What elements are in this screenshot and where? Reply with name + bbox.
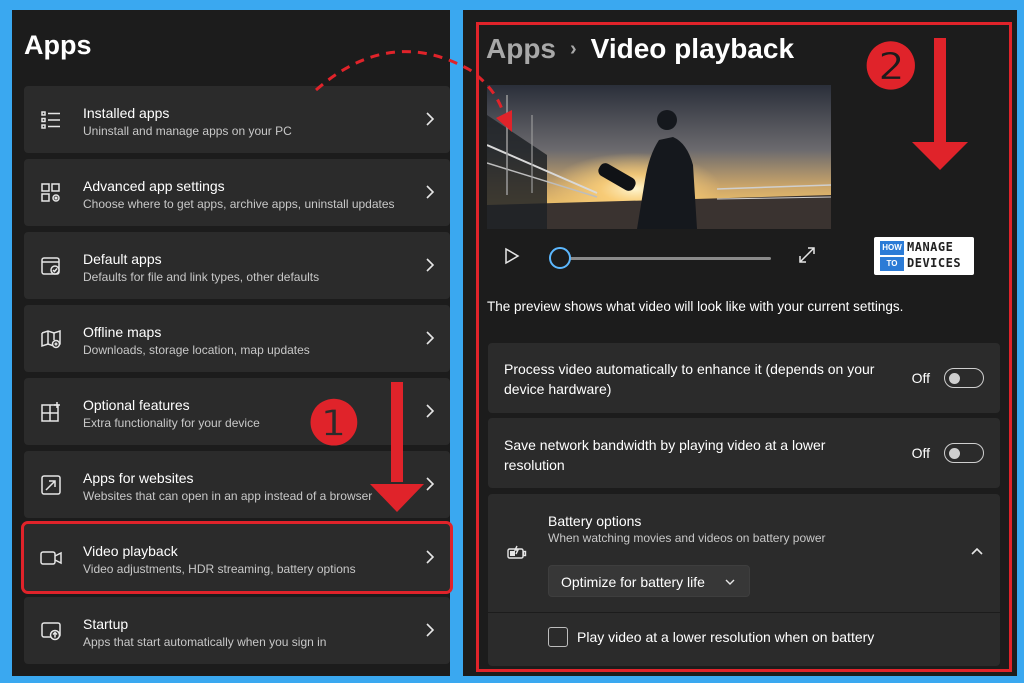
nav-item-subtitle: Defaults for file and link types, other … [83,270,320,284]
battery-options-subtitle: When watching movies and videos on batte… [548,531,826,545]
logo-devices: DEVICES [907,256,962,270]
fullscreen-icon[interactable] [797,245,817,265]
nav-item-title: Advanced app settings [83,178,225,194]
nav-item-subtitle: Choose where to get apps, archive apps, … [83,197,395,211]
battery-options-title: Battery options [548,513,642,529]
chevron-right-icon [426,477,435,491]
list-icon [41,111,60,129]
chevron-right-icon [426,550,435,564]
nav-item-subtitle: Video adjustments, HDR streaming, batter… [83,562,356,576]
setting-label: Process video automatically to enhance i… [504,361,875,397]
player-controls [487,240,837,276]
chevron-right-icon [426,404,435,418]
nav-item-subtitle: Uninstall and manage apps on your PC [83,124,292,138]
startup-icon [41,622,61,641]
nav-item-title: Installed apps [83,105,170,121]
logo-manage: MANAGE [907,240,954,254]
how-to-manage-devices-logo: HOW TO MANAGE DEVICES [874,237,974,275]
breadcrumb-parent-link[interactable]: Apps [486,33,556,64]
seek-thumb[interactable] [549,247,571,269]
nav-item-installed-apps[interactable]: Installed apps Uninstall and manage apps… [24,86,450,153]
chevron-right-icon [426,112,435,126]
section-divider [488,612,1000,613]
nav-item-startup[interactable]: Startup Apps that start automatically wh… [24,597,450,664]
chevron-right-icon [426,623,435,637]
seek-bar[interactable] [559,257,771,260]
nav-item-title: Offline maps [83,324,162,340]
map-icon [41,329,61,349]
setting-label: Save network bandwidth by playing video … [504,437,826,473]
chevron-right-icon [426,331,435,345]
battery-saver-icon [507,545,527,559]
chevron-up-icon[interactable] [970,546,984,556]
breadcrumb-current: Video playback [590,33,795,64]
battery-optimization-dropdown[interactable]: Optimize for battery life [548,565,750,597]
step-two-badge: ❷ [863,30,919,103]
step-one-badge: ❶ [307,389,361,459]
toggle-knob [949,447,960,459]
optional-features-icon [41,402,60,422]
preview-description: The preview shows what video will look l… [487,299,904,314]
chevron-right-icon [426,258,435,272]
toggle-state-label: Off [911,445,930,461]
video-preview-image [487,85,831,229]
lower-resolution-on-battery-checkbox[interactable] [548,627,568,647]
process-video-toggle[interactable] [944,368,984,388]
nav-item-title: Apps for websites [83,470,194,486]
nav-item-subtitle: Downloads, storage location, map updates [83,343,310,357]
setting-save-network-bandwidth: Save network bandwidth by playing video … [488,418,1000,488]
battery-options-section: Battery options When watching movies and… [488,494,1000,666]
toggle-knob [949,372,960,384]
default-apps-icon [41,257,60,275]
video-camera-icon [40,551,62,565]
setting-process-video-automatically: Process video automatically to enhance i… [488,343,1000,413]
nav-item-video-playback[interactable]: Video playback Video adjustments, HDR st… [21,521,453,594]
save-bandwidth-toggle[interactable] [944,443,984,463]
nav-item-default-apps[interactable]: Default apps Defaults for file and link … [24,232,450,299]
dropdown-value: Optimize for battery life [561,574,705,590]
checkbox-label: Play video at a lower resolution when on… [577,629,875,645]
nav-item-title: Optional features [83,397,190,413]
breadcrumb: Apps › Video playback [486,33,794,65]
chevron-right-icon [426,185,435,199]
nav-item-offline-maps[interactable]: Offline maps Downloads, storage location… [24,305,450,372]
nav-item-apps-for-websites[interactable]: Apps for websites Websites that can open… [24,451,450,518]
nav-item-subtitle: Websites that can open in an app instead… [83,489,373,503]
apps-nav-list: Installed apps Uninstall and manage apps… [21,86,453,670]
page-title: Apps [24,30,92,60]
logo-how: HOW [880,241,904,255]
play-icon[interactable] [503,247,521,265]
chevron-down-icon [725,579,735,585]
nav-item-title: Default apps [83,251,162,267]
video-preview [487,85,831,229]
app-settings-icon [41,183,60,202]
link-app-icon [41,475,61,495]
nav-item-title: Startup [83,616,129,632]
nav-item-advanced-app-settings[interactable]: Advanced app settings Choose where to ge… [24,159,450,226]
toggle-state-label: Off [911,370,930,386]
nav-item-subtitle: Extra functionality for your device [83,416,260,430]
logo-to: TO [880,257,904,271]
breadcrumb-separator: › [570,38,577,60]
nav-item-title: Video playback [83,543,178,559]
nav-item-subtitle: Apps that start automatically when you s… [83,635,327,649]
nav-item-optional-features[interactable]: Optional features Extra functionality fo… [24,378,450,445]
